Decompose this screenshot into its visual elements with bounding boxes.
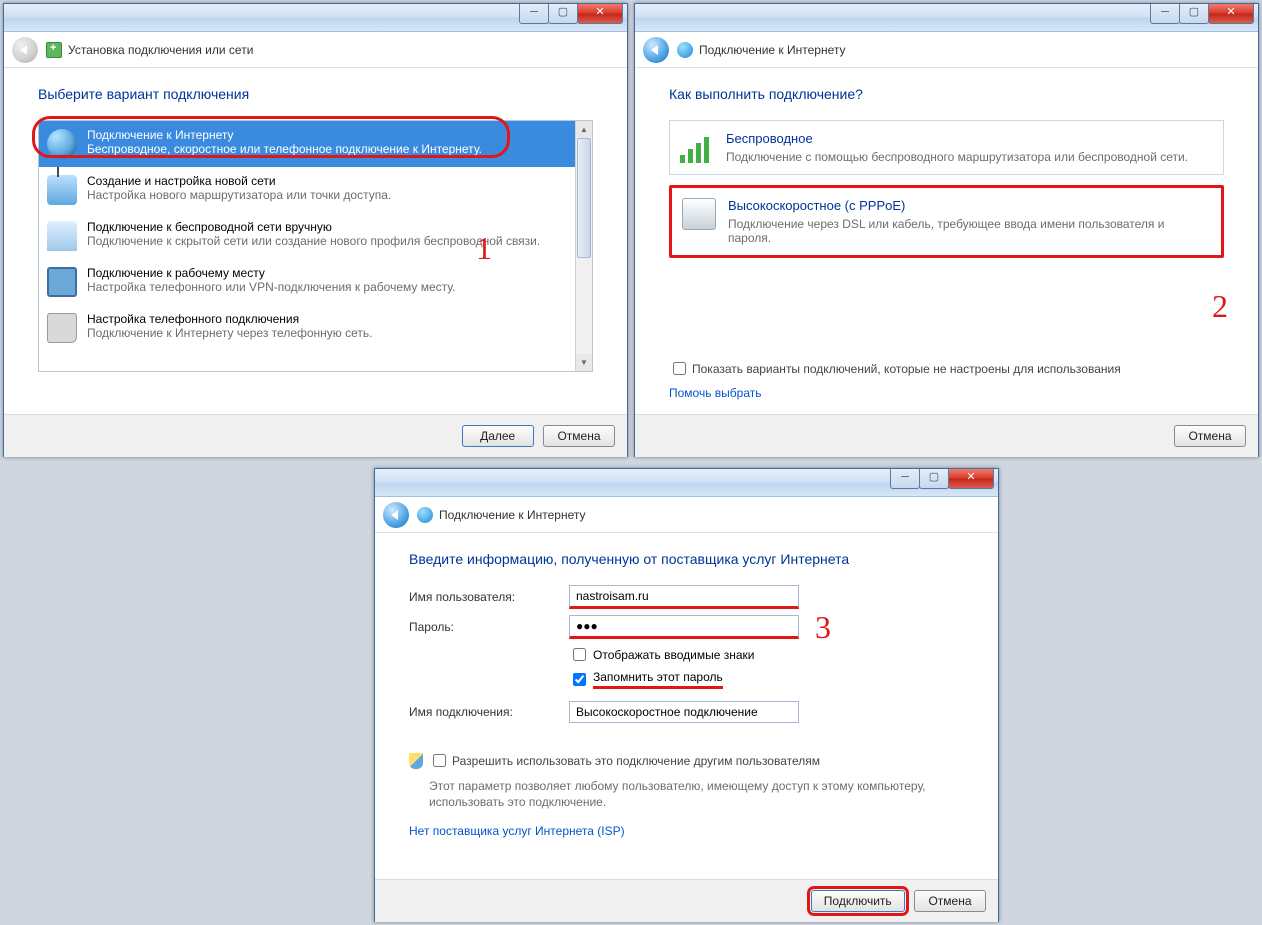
username-label: Имя пользователя: — [409, 590, 569, 604]
option-desc: Подключение к скрытой сети или создание … — [87, 234, 582, 248]
scroll-thumb[interactable] — [577, 138, 591, 258]
card-desc: Подключение с помощью беспроводного марш… — [726, 150, 1211, 164]
option-desc: Подключение к Интернету через телефонную… — [87, 326, 582, 340]
help-choose-link[interactable]: Помочь выбрать — [669, 386, 762, 400]
globe-icon — [677, 42, 693, 58]
option-wireless[interactable]: Беспроводное Подключение с помощью беспр… — [669, 120, 1224, 175]
close-button[interactable]: ✕ — [577, 4, 623, 24]
page-heading: Введите информацию, полученную от постав… — [409, 551, 964, 567]
maximize-button[interactable]: ▢ — [919, 469, 949, 489]
option-title: Создание и настройка новой сети — [87, 174, 582, 188]
annotation-number: 2 — [1212, 288, 1228, 325]
shield-icon — [409, 753, 423, 769]
titlebar: ─ ▢ ✕ — [4, 4, 627, 32]
remember-checkbox[interactable] — [573, 673, 586, 686]
option-internet[interactable]: Подключение к Интернету Беспроводное, ск… — [39, 121, 592, 167]
option-workplace[interactable]: Подключение к рабочему месту Настройка т… — [39, 259, 592, 305]
wifi-icon — [47, 221, 77, 251]
router-icon — [47, 175, 77, 205]
minimize-button[interactable]: ─ — [890, 469, 920, 489]
maximize-button[interactable]: ▢ — [1179, 4, 1209, 24]
dialog-footer: Далее Отмена — [4, 414, 627, 457]
option-title: Подключение к беспроводной сети вручную — [87, 220, 582, 234]
option-title: Подключение к рабочему месту — [87, 266, 582, 280]
close-button[interactable]: ✕ — [948, 469, 994, 489]
password-label: Пароль: — [409, 620, 569, 634]
remember-label: Запомнить этот пароль — [593, 670, 723, 689]
titlebar: ─ ▢ ✕ — [635, 4, 1258, 32]
option-desc: Беспроводное, скоростное или телефонное … — [87, 142, 582, 156]
wizard-title: Подключение к Интернету — [439, 508, 586, 522]
show-more-checkbox[interactable] — [673, 362, 686, 375]
wizard-title: Установка подключения или сети — [68, 43, 253, 57]
phone-icon — [47, 313, 77, 343]
allow-others-label: Разрешить использовать это подключение д… — [452, 754, 820, 768]
globe-icon — [417, 507, 433, 523]
close-button[interactable]: ✕ — [1208, 4, 1254, 24]
scroll-down-icon[interactable]: ▼ — [576, 354, 592, 371]
no-isp-link[interactable]: Нет поставщика услуг Интернета (ISP) — [409, 824, 625, 838]
nav-row: Установка подключения или сети — [4, 32, 627, 68]
maximize-button[interactable]: ▢ — [548, 4, 578, 24]
connection-name-input[interactable] — [569, 701, 799, 723]
window-connect-internet: ─ ▢ ✕ Подключение к Интернету Как выполн… — [634, 3, 1259, 457]
cancel-button[interactable]: Отмена — [914, 890, 986, 912]
option-title: Подключение к Интернету — [87, 128, 582, 142]
show-more-row[interactable]: Показать варианты подключений, которые н… — [669, 359, 1224, 378]
show-chars-row: Отображать вводимые знаки — [569, 645, 964, 664]
window-setup-connection: ─ ▢ ✕ Установка подключения или сети Выб… — [3, 3, 628, 457]
cancel-button[interactable]: Отмена — [1174, 425, 1246, 447]
connection-name-label: Имя подключения: — [409, 705, 569, 719]
next-button[interactable]: Далее — [462, 425, 534, 447]
card-title: Беспроводное — [726, 131, 1211, 146]
show-more-label: Показать варианты подключений, которые н… — [692, 362, 1121, 376]
show-chars-label: Отображать вводимые знаки — [593, 648, 754, 662]
minimize-button[interactable]: ─ — [519, 4, 549, 24]
dialog-footer: Подключить Отмена — [375, 879, 998, 922]
wizard-title: Подключение к Интернету — [699, 43, 846, 57]
allow-others-checkbox[interactable] — [433, 754, 446, 767]
option-desc: Настройка нового маршрутизатора или точк… — [87, 188, 582, 202]
remember-row: Запомнить этот пароль — [569, 670, 964, 689]
back-button[interactable] — [643, 37, 669, 63]
wireless-bars-icon — [680, 131, 714, 163]
scrollbar[interactable]: ▲ ▼ — [575, 121, 592, 371]
card-title: Высокоскоростное (с PPPoE) — [728, 198, 1209, 213]
page-heading: Выберите вариант подключения — [38, 86, 593, 102]
connection-options-list: Подключение к Интернету Беспроводное, ск… — [38, 120, 593, 372]
scroll-up-icon[interactable]: ▲ — [576, 121, 592, 138]
password-input[interactable] — [569, 615, 799, 639]
window-enter-credentials: ─ ▢ ✕ Подключение к Интернету Введите ин… — [374, 468, 999, 922]
titlebar: ─ ▢ ✕ — [375, 469, 998, 497]
allow-others-hint: Этот параметр позволяет любому пользоват… — [429, 778, 964, 810]
nav-row: Подключение к Интернету — [375, 497, 998, 533]
option-desc: Настройка телефонного или VPN-подключени… — [87, 280, 582, 294]
back-button[interactable] — [383, 502, 409, 528]
wizard-icon — [46, 42, 62, 58]
option-manual-wireless[interactable]: Подключение к беспроводной сети вручную … — [39, 213, 592, 259]
connection-name-row: Имя подключения: — [409, 701, 964, 723]
allow-others-row: Разрешить использовать это подключение д… — [409, 751, 964, 770]
minimize-button[interactable]: ─ — [1150, 4, 1180, 24]
card-desc: Подключение через DSL или кабель, требую… — [728, 217, 1209, 245]
password-row: Пароль: — [409, 615, 964, 639]
connect-button[interactable]: Подключить — [811, 890, 905, 912]
option-pppoe[interactable]: Высокоскоростное (с PPPoE) Подключение ч… — [669, 185, 1224, 258]
globe-icon — [47, 129, 77, 159]
nav-row: Подключение к Интернету — [635, 32, 1258, 68]
option-title: Настройка телефонного подключения — [87, 312, 582, 326]
show-chars-checkbox[interactable] — [573, 648, 586, 661]
username-row: Имя пользователя: — [409, 585, 964, 609]
dialog-footer: Отмена — [635, 414, 1258, 457]
option-dialup[interactable]: Настройка телефонного подключения Подклю… — [39, 305, 592, 351]
workplace-icon — [47, 267, 77, 297]
modem-icon — [682, 198, 716, 230]
back-button[interactable] — [12, 37, 38, 63]
option-new-network[interactable]: Создание и настройка новой сети Настройк… — [39, 167, 592, 213]
cancel-button[interactable]: Отмена — [543, 425, 615, 447]
page-heading: Как выполнить подключение? — [669, 86, 1224, 102]
username-input[interactable] — [569, 585, 799, 609]
